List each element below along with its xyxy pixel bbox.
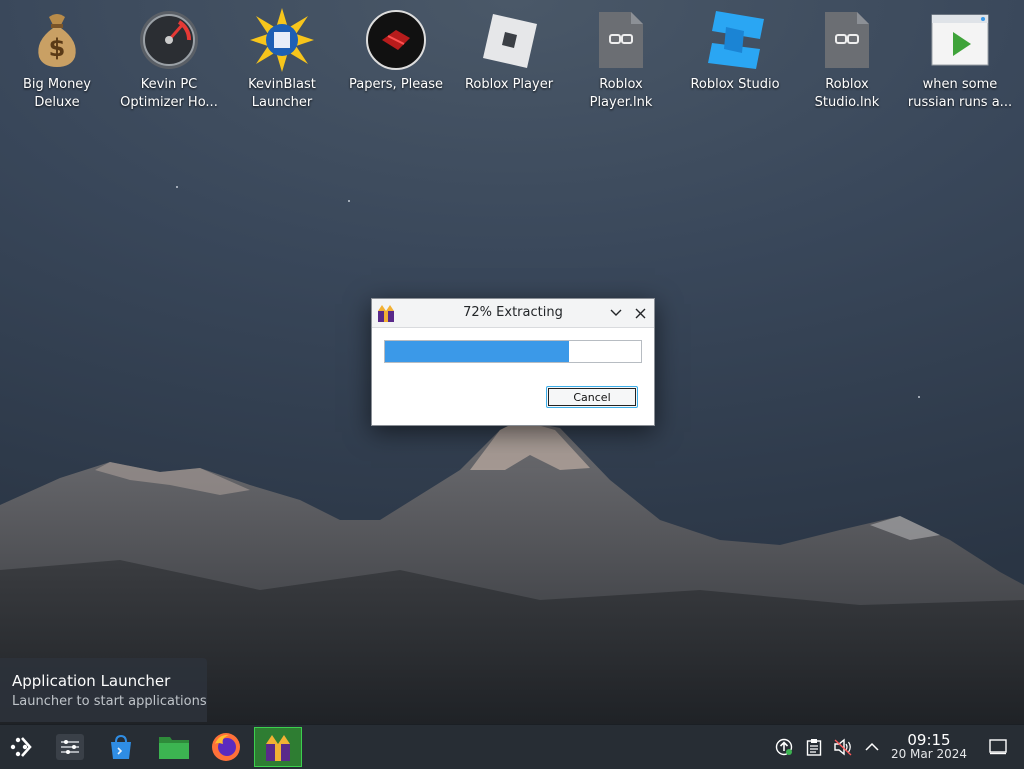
tooltip-subtitle: Launcher to start applications	[12, 694, 207, 709]
clock-date[interactable]: 20 Mar 2024	[886, 747, 972, 761]
installer-app-icon	[266, 735, 290, 761]
updates-icon	[775, 738, 793, 756]
desktop-icon-label: Roblox Studio.lnk	[814, 77, 880, 110]
star	[176, 186, 178, 188]
chevron-down-icon	[610, 309, 622, 316]
desktop-icon-video-file[interactable]: when some russian runs a...	[905, 8, 1015, 112]
link-file-icon	[815, 8, 879, 72]
cancel-button[interactable]: Cancel	[546, 386, 638, 408]
file-manager-task[interactable]	[154, 727, 194, 767]
starburst-disk-icon	[250, 8, 314, 72]
dialog-body: Cancel	[372, 328, 654, 425]
speedometer-icon	[137, 8, 201, 72]
extract-progress-bar	[384, 340, 642, 363]
desktop-icon-label: Papers, Please	[348, 77, 444, 92]
video-file-icon	[928, 8, 992, 72]
discover-store-task[interactable]	[101, 727, 141, 767]
desktop-icon-label: Big Money Deluxe	[22, 77, 91, 110]
taskbar	[0, 724, 1024, 769]
desktop-icon-roblox-studio[interactable]: Roblox Studio	[680, 8, 790, 94]
desktop-icon-papers-please[interactable]: Papers, Please	[341, 8, 451, 94]
star	[918, 396, 920, 398]
show-hidden-icons-button[interactable]	[862, 737, 882, 757]
dialog-titlebar[interactable]: 72% Extracting	[372, 299, 654, 328]
roblox-studio-icon	[703, 8, 767, 72]
installer-task-active[interactable]	[254, 727, 302, 767]
money-bag-icon: $	[25, 8, 89, 72]
link-file-icon	[589, 8, 653, 72]
desktop-icon-label: KevinBlast Launcher	[248, 77, 316, 110]
application-launcher-icon	[10, 737, 32, 757]
desktop-icon-roblox-studio-lnk[interactable]: Roblox Studio.lnk	[792, 8, 902, 112]
clipboard-tray-icon[interactable]	[804, 737, 824, 757]
desktop-icon-kevin-pc-optimizer[interactable]: Kevin PC Optimizer Ho...	[114, 8, 224, 112]
clipboard-icon	[806, 739, 822, 756]
desktop-icon-roblox-player-lnk[interactable]: Roblox Player.lnk	[566, 8, 676, 112]
system-settings-icon	[56, 734, 84, 760]
discover-store-icon	[111, 734, 131, 759]
desktop-icon-big-money-deluxe[interactable]: $ Big Money Deluxe	[2, 8, 112, 112]
application-launcher-button[interactable]	[2, 727, 42, 767]
volume-tray-icon[interactable]	[833, 737, 853, 757]
desktop-icon-label: when some russian runs a...	[907, 77, 1013, 110]
desktop-icon-label: Roblox Player.lnk	[589, 77, 653, 110]
papers-please-icon	[364, 8, 428, 72]
system-settings-task[interactable]	[50, 727, 90, 767]
show-desktop-icon	[989, 739, 1007, 755]
progress-fill	[385, 341, 570, 362]
application-launcher-tooltip: Application Launcher Launcher to start a…	[0, 658, 207, 722]
desktop-icon-kevinblast-launcher[interactable]: KevinBlast Launcher	[227, 8, 337, 112]
desktop-icon-label: Roblox Studio	[690, 77, 780, 92]
close-icon	[635, 308, 645, 318]
minimize-button[interactable]	[606, 303, 626, 323]
desktop-icon-roblox-player[interactable]: Roblox Player	[454, 8, 564, 94]
extract-progress-dialog: 72% Extracting Cancel	[371, 298, 655, 426]
desktop-icon-label: Kevin PC Optimizer Ho...	[120, 77, 218, 110]
close-button[interactable]	[630, 303, 650, 323]
desktop-icon-label: Roblox Player	[464, 77, 554, 92]
roblox-player-icon	[477, 8, 541, 72]
svg-text:$: $	[49, 34, 66, 62]
show-desktop-button[interactable]	[988, 737, 1008, 757]
chevron-up-icon	[865, 742, 879, 751]
firefox-task[interactable]	[206, 727, 246, 767]
file-manager-icon	[159, 737, 189, 759]
volume-muted-icon	[834, 738, 852, 756]
tooltip-title: Application Launcher	[12, 672, 171, 690]
updates-tray-icon[interactable]	[774, 737, 794, 757]
star	[348, 200, 350, 202]
firefox-icon	[212, 733, 240, 761]
